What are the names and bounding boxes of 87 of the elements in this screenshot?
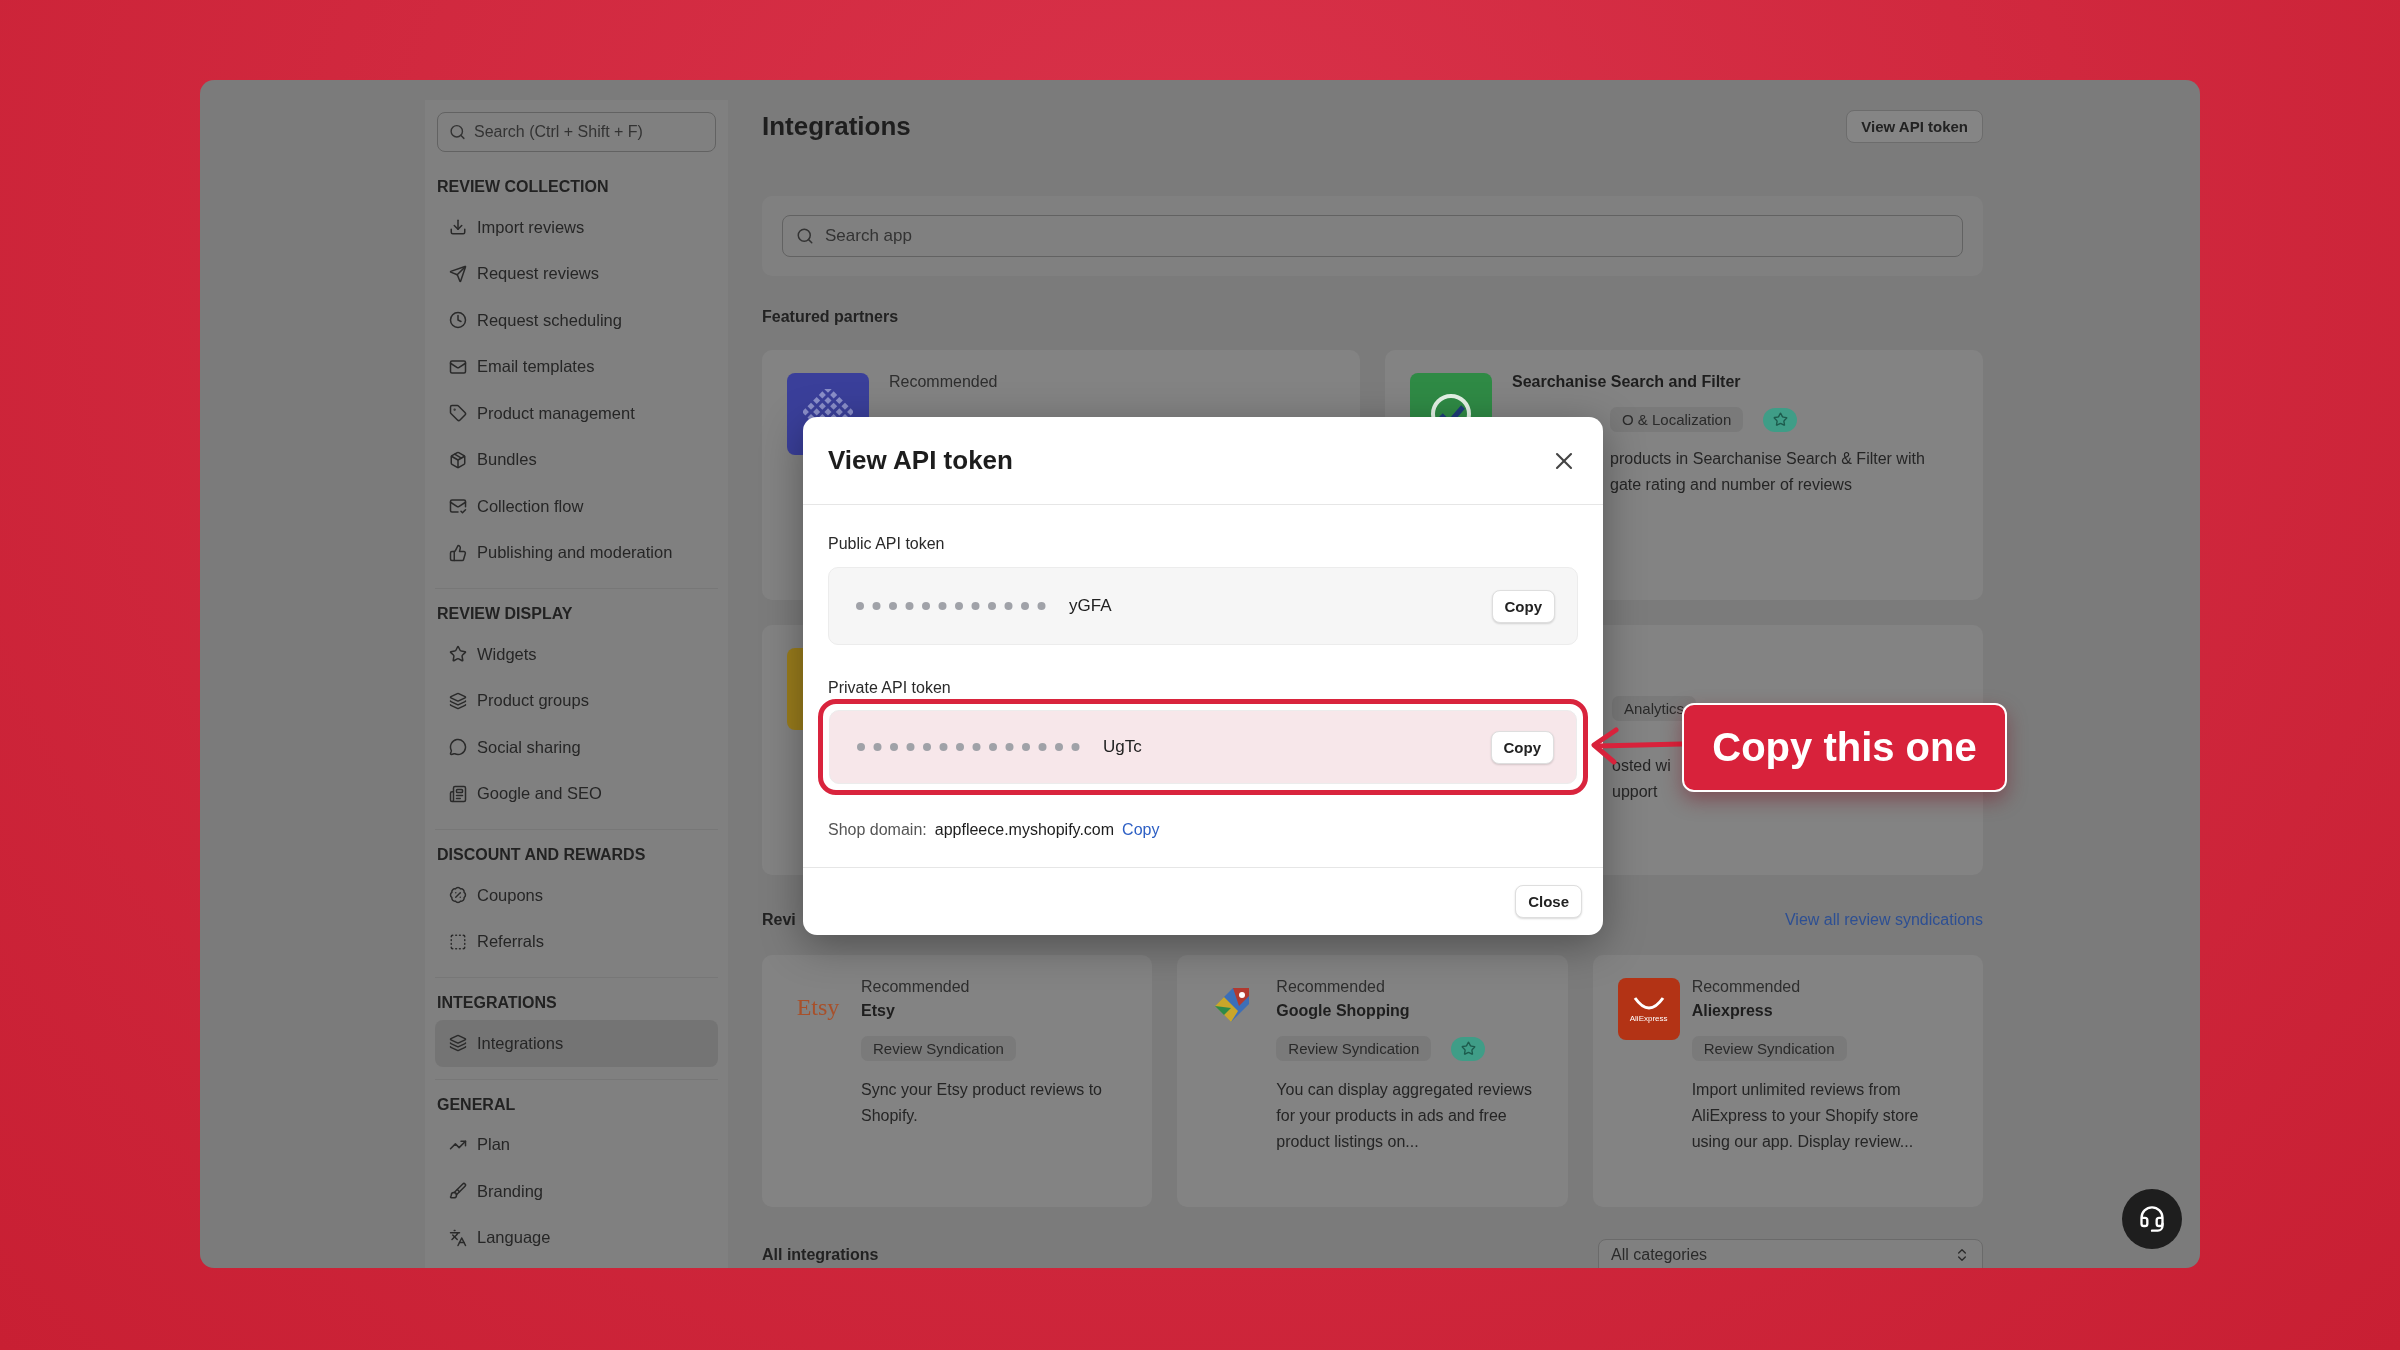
card-eyebrow: Recommended <box>1276 978 1386 996</box>
chat-bubble-icon <box>449 738 467 757</box>
page-title: Integrations <box>762 111 911 142</box>
sidebar-item[interactable]: Referrals <box>435 918 718 965</box>
brush-icon <box>449 1182 467 1201</box>
category-tag: Review Syndication <box>861 1036 1016 1061</box>
section-title: REVIEW DISPLAY <box>436 604 574 624</box>
logo-wordmark: AliExpress <box>1629 1013 1668 1023</box>
section-title: INTEGRATIONS <box>436 993 558 1013</box>
card-eyebrow: Recommended <box>1691 978 1802 996</box>
search-field[interactable]: Search app <box>782 215 1963 257</box>
sidebar-item[interactable]: Product groups <box>435 677 718 724</box>
dialog-title: View API token <box>828 445 1013 476</box>
section-heading: All integrations <box>762 1246 879 1264</box>
token-label: Private API token <box>828 679 952 697</box>
card-description: gate rating and number of reviews <box>1610 475 1853 495</box>
card-title: Searchanise Search and Filter <box>1512 373 1742 391</box>
sidebar-item[interactable]: Coupons <box>435 872 718 919</box>
domain-value: appfleece.myshopify.com <box>934 821 1115 839</box>
thumbs-up-icon <box>449 543 467 562</box>
category-select[interactable]: All categories <box>1598 1239 1983 1268</box>
copy-button[interactable]: Copy <box>1491 589 1555 623</box>
sidebar-item[interactable]: Widgets <box>435 631 718 678</box>
sidebar-item[interactable]: Request scheduling <box>435 297 718 344</box>
card-description: You can display aggregated reviews for your products in ads and free product listings on... <box>1276 1080 1533 1152</box>
layers-icon <box>449 1034 467 1053</box>
card-title: Google Shopping <box>1276 1002 1411 1020</box>
sidebar-item[interactable]: Integrations <box>435 1020 718 1067</box>
tag-icon <box>449 404 467 423</box>
newspaper-icon <box>449 784 467 803</box>
support-chat-button[interactable] <box>2122 1189 2182 1249</box>
search-icon <box>796 227 814 245</box>
callout: Copy this one <box>1682 703 2007 792</box>
sidebar-item[interactable]: Branding <box>435 1168 718 1215</box>
card-eyebrow: Recommended <box>861 978 971 996</box>
category-tag: Analytics <box>1612 696 1697 721</box>
card-description: osted wi <box>1612 756 1672 776</box>
card-description: upport <box>1612 782 1659 802</box>
languages-icon <box>449 1228 467 1247</box>
logo-wordmark: Etsy <box>796 994 840 1021</box>
section-title: GENERAL <box>436 1094 517 1115</box>
sidebar-item[interactable]: Product management <box>435 390 718 437</box>
smile-icon <box>1631 995 1666 1012</box>
headset-icon <box>2138 1205 2166 1233</box>
card-description: Sync your Etsy product reviews to Shopify. <box>861 1080 1103 1126</box>
dashed-square-icon <box>449 932 467 951</box>
category-tag: Review Syndication <box>1276 1036 1432 1061</box>
package-icon <box>449 450 467 469</box>
sidebar-item[interactable]: Plan <box>435 1121 718 1168</box>
search-field[interactable]: Search (Ctrl + Shift + F) <box>437 112 716 152</box>
mail-icon <box>449 357 467 376</box>
section-title: REVIEW COLLECTION <box>436 177 610 197</box>
sidebar-item[interactable]: Request reviews <box>435 250 718 297</box>
card-eyebrow: Recommended <box>889 373 999 391</box>
section-heading: Revi <box>762 911 796 929</box>
copy-button[interactable]: Copy <box>1490 730 1554 764</box>
search-icon <box>449 123 466 141</box>
view-token-button[interactable]: View API token <box>1846 110 1983 143</box>
mail-check-icon <box>449 497 467 516</box>
token-field: UgTc Copy <box>829 710 1577 784</box>
section-title: DISCOUNT AND REWARDS <box>436 845 647 865</box>
card-description: products in Searchanise Search & Filter with <box>1610 449 1926 469</box>
layers-icon <box>449 691 467 710</box>
percent-badge-icon <box>449 886 467 905</box>
sidebar-item[interactable]: Bundles <box>435 436 718 483</box>
card-title: Aliexpress <box>1691 1002 1774 1020</box>
domain-label: Shop domain: <box>828 821 927 839</box>
sidebar-item[interactable]: Social sharing <box>435 724 718 771</box>
clock-icon <box>449 311 467 330</box>
download-icon <box>449 218 467 237</box>
star-icon <box>449 645 467 664</box>
category-tag: Review Syndication <box>1691 1036 1847 1061</box>
sidebar-item[interactable]: Email templates <box>435 343 718 390</box>
category-tag: O & Localization <box>1610 407 1744 432</box>
section-heading: Featured partners <box>762 308 900 326</box>
sidebar-item[interactable]: Import reviews <box>435 204 718 251</box>
copy-link[interactable]: Copy <box>1122 821 1160 839</box>
close-button[interactable]: Close <box>1515 885 1582 918</box>
token-field: yGFA Copy <box>828 567 1578 645</box>
card-title: Etsy <box>861 1002 896 1020</box>
token-label: Public API token <box>828 535 946 553</box>
sidebar-item[interactable]: Language <box>435 1214 718 1261</box>
send-icon <box>449 264 467 283</box>
card-description: Import unlimited reviews from AliExpress to your Shopify store using our app. Display review... <box>1691 1080 1920 1152</box>
sidebar-item[interactable]: Collection flow <box>435 483 718 530</box>
sidebar-item[interactable]: Publishing and moderation <box>435 529 718 576</box>
sidebar-item[interactable]: Google and SEO <box>435 770 718 817</box>
